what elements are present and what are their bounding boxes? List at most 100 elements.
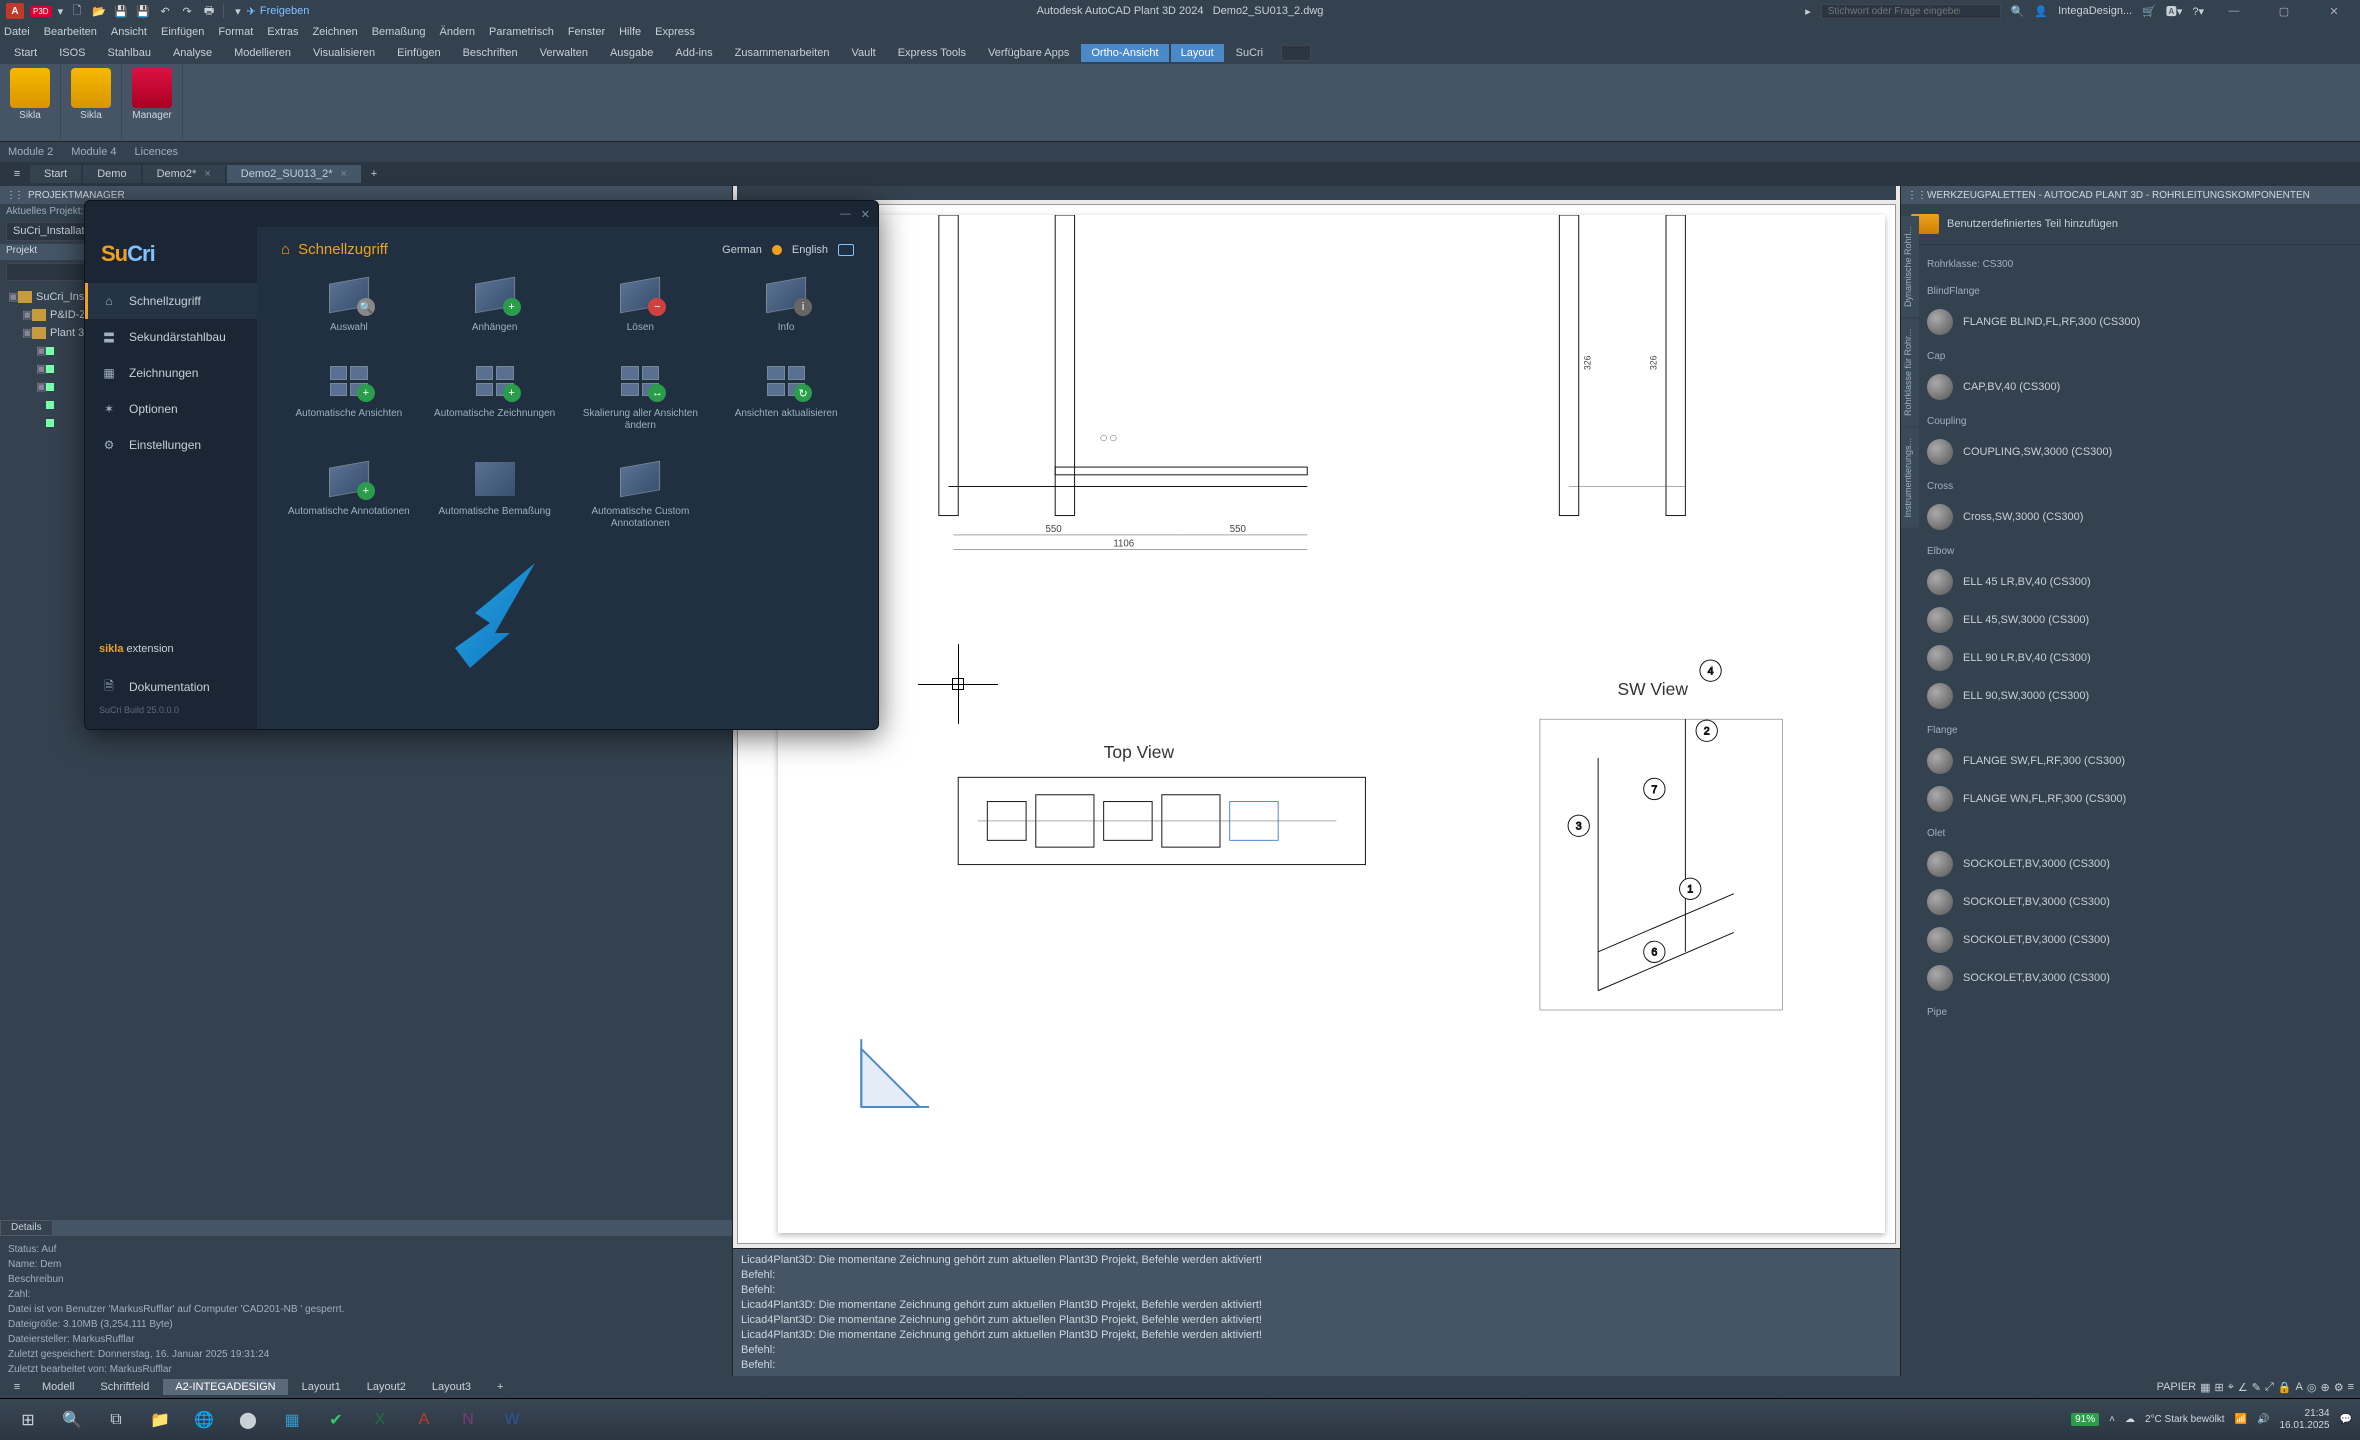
- btn-auswahl[interactable]: 🔍Auswahl: [281, 272, 417, 334]
- panel-tab-module2[interactable]: Module 2: [8, 146, 53, 158]
- ltab-add[interactable]: +: [485, 1379, 515, 1395]
- doc-tab-active[interactable]: Demo2_SU013_2*×: [227, 165, 361, 183]
- palette-item[interactable]: Cross,SW,3000 (CS300): [1925, 498, 2352, 536]
- btn-anhaengen[interactable]: +Anhängen: [427, 272, 563, 334]
- save-icon[interactable]: 💾: [113, 3, 129, 19]
- apps-icon[interactable]: 🅰▾: [2166, 3, 2183, 19]
- menu-datei[interactable]: Datei: [4, 26, 30, 38]
- btn-aktualisieren[interactable]: ↻Ansichten aktualisieren: [718, 358, 854, 432]
- doc-menu-icon[interactable]: ≡: [6, 168, 28, 180]
- status-btn[interactable]: ≡: [2348, 1381, 2354, 1394]
- menu-hilfe[interactable]: Hilfe: [619, 26, 641, 38]
- command-history[interactable]: Licad4Plant3D: Die momentane Zeichnung g…: [733, 1249, 1900, 1376]
- nav-optionen[interactable]: ✶Optionen: [85, 391, 257, 427]
- menu-bemassung[interactable]: Bemaßung: [372, 26, 426, 38]
- ltab-schriftfeld[interactable]: Schriftfeld: [88, 1379, 161, 1395]
- nav-einstellungen[interactable]: ⚙Einstellungen: [85, 427, 257, 463]
- ribtab-analyse[interactable]: Analyse: [163, 44, 222, 62]
- menu-bearbeiten[interactable]: Bearbeiten: [44, 26, 97, 38]
- edge-icon[interactable]: 🌐: [184, 1404, 224, 1436]
- status-btn[interactable]: ⌖: [2228, 1381, 2234, 1394]
- vtab-rk[interactable]: Rohrklasse für Rohr...: [1901, 319, 1919, 426]
- palette-item[interactable]: ELL 45 LR,BV,40 (CS300): [1925, 563, 2352, 601]
- qat-chevron-icon[interactable]: ▾: [235, 5, 241, 18]
- btn-auto-ansichten[interactable]: +Automatische Ansichten: [281, 358, 417, 432]
- start-button[interactable]: ⊞: [8, 1404, 48, 1436]
- ltab-a2[interactable]: A2-INTEGADESIGN: [163, 1379, 287, 1395]
- menu-extras[interactable]: Extras: [267, 26, 298, 38]
- nav-zeichnungen[interactable]: ▦Zeichnungen: [85, 355, 257, 391]
- ribtab-verwalten[interactable]: Verwalten: [530, 44, 598, 62]
- ribbon-app-switcher[interactable]: [1281, 45, 1311, 61]
- ribtab-start[interactable]: Start: [4, 44, 47, 62]
- status-btn[interactable]: A: [2296, 1381, 2303, 1394]
- ribtab-modellieren[interactable]: Modellieren: [224, 44, 301, 62]
- menu-einfuegen[interactable]: Einfügen: [161, 26, 204, 38]
- tray-chevron-icon[interactable]: ˄: [2109, 1414, 2115, 1425]
- menu-fenster[interactable]: Fenster: [568, 26, 605, 38]
- ribtab-sucri[interactable]: SuCri: [1226, 44, 1274, 62]
- lang-german[interactable]: German: [722, 244, 762, 256]
- nav-dokumentation[interactable]: 🗎Dokumentation: [85, 669, 257, 705]
- status-btn[interactable]: ⊕: [2320, 1381, 2329, 1394]
- status-btn[interactable]: ✎: [2252, 1381, 2261, 1394]
- battery-badge[interactable]: 91%: [2071, 1413, 2099, 1426]
- palette-item[interactable]: COUPLING,SW,3000 (CS300): [1925, 433, 2352, 471]
- onenote-icon[interactable]: N: [448, 1404, 488, 1436]
- btn-auto-bemassung[interactable]: Automatische Bemaßung: [427, 456, 563, 530]
- ribtab-visualisieren[interactable]: Visualisieren: [303, 44, 385, 62]
- doc-tab-demo2[interactable]: Demo2*×: [143, 165, 225, 183]
- close-button[interactable]: ✕: [2314, 0, 2354, 22]
- sucri-minimize-button[interactable]: —: [840, 208, 851, 220]
- ribbon-panel-sikla2[interactable]: Sikla: [61, 64, 122, 141]
- palette-custom-row[interactable]: Benutzerdefiniertes Teil hinzufügen: [1901, 204, 2360, 245]
- print-icon[interactable]: 🖶: [201, 3, 217, 19]
- status-btn[interactable]: ⚙: [2334, 1381, 2344, 1394]
- menu-parametrisch[interactable]: Parametrisch: [489, 26, 554, 38]
- word-icon[interactable]: W: [492, 1404, 532, 1436]
- close-icon[interactable]: ×: [341, 168, 347, 180]
- ribtab-express[interactable]: Express Tools: [888, 44, 976, 62]
- ribtab-ortho[interactable]: Ortho-Ansicht: [1081, 44, 1168, 62]
- add-doc-button[interactable]: +: [363, 163, 385, 185]
- doc-tab-start[interactable]: Start: [30, 165, 81, 183]
- ltab-layout1[interactable]: Layout1: [290, 1379, 353, 1395]
- drawing-area[interactable]: 550 550 1106 326 326 Top View: [737, 204, 1896, 1244]
- menu-aendern[interactable]: Ändern: [440, 26, 475, 38]
- ribbon-panel-sikla1[interactable]: Sikla: [0, 64, 61, 141]
- status-btn[interactable]: ⊞: [2215, 1381, 2224, 1394]
- undo-icon[interactable]: ↶: [157, 3, 173, 19]
- user-icon[interactable]: 👤: [2034, 5, 2048, 18]
- open-icon[interactable]: 📂: [91, 3, 107, 19]
- menu-express[interactable]: Express: [655, 26, 695, 38]
- menu-zeichnen[interactable]: Zeichnen: [312, 26, 357, 38]
- palette-item[interactable]: FLANGE SW,FL,RF,300 (CS300): [1925, 742, 2352, 780]
- ribtab-apps[interactable]: Verfügbare Apps: [978, 44, 1079, 62]
- taskview-icon[interactable]: ⧉: [96, 1404, 136, 1436]
- panel-tab-licences[interactable]: Licences: [135, 146, 178, 158]
- palette-item[interactable]: SOCKOLET,BV,3000 (CS300): [1925, 921, 2352, 959]
- status-btn[interactable]: ∠: [2238, 1381, 2248, 1394]
- saveas-icon[interactable]: 💾: [135, 3, 151, 19]
- menu-ansicht[interactable]: Ansicht: [111, 26, 147, 38]
- ribtab-layout[interactable]: Layout: [1171, 44, 1224, 62]
- tray-clock[interactable]: 21:34 16.01.2025: [2279, 1408, 2329, 1432]
- status-btn[interactable]: ▦: [2200, 1381, 2210, 1394]
- ltab-layout3[interactable]: Layout3: [420, 1379, 483, 1395]
- palette-titlebar[interactable]: ⋮⋮ WERKZEUGPALETTEN - AUTOCAD PLANT 3D -…: [1901, 186, 2360, 204]
- app-icon[interactable]: ✔: [316, 1404, 356, 1436]
- new-icon[interactable]: 🗋: [69, 3, 85, 19]
- ribbon-panel-manager[interactable]: Manager: [122, 64, 183, 141]
- btn-custom-annotationen[interactable]: Automatische Custom Annotationen: [573, 456, 709, 530]
- explorer-icon[interactable]: 📁: [140, 1404, 180, 1436]
- ribtab-zusammenarbeiten[interactable]: Zusammenarbeiten: [725, 44, 840, 62]
- nav-sekundaerstahlbau[interactable]: 〓Sekundärstahlbau: [85, 319, 257, 355]
- excel-icon[interactable]: X: [360, 1404, 400, 1436]
- keyword-search-input[interactable]: [1821, 4, 2001, 19]
- windows-taskbar[interactable]: ⊞ 🔍 ⧉ 📁 🌐 ⬤ ▦ ✔ X A N W 91% ˄ ☁ 2°C Star…: [0, 1398, 2360, 1440]
- btn-auto-zeichnungen[interactable]: +Automatische Zeichnungen: [427, 358, 563, 432]
- status-paper[interactable]: PAPIER: [2157, 1381, 2197, 1394]
- sucri-window[interactable]: — ✕ SuCri ⌂Schnellzugriff 〓Sekundärstahl…: [84, 200, 879, 730]
- palette-vtabs[interactable]: Dynamische Rohrl... Rohrklasse für Rohr.…: [1901, 216, 1919, 1398]
- share-button[interactable]: ✈ Freigeben: [247, 5, 310, 18]
